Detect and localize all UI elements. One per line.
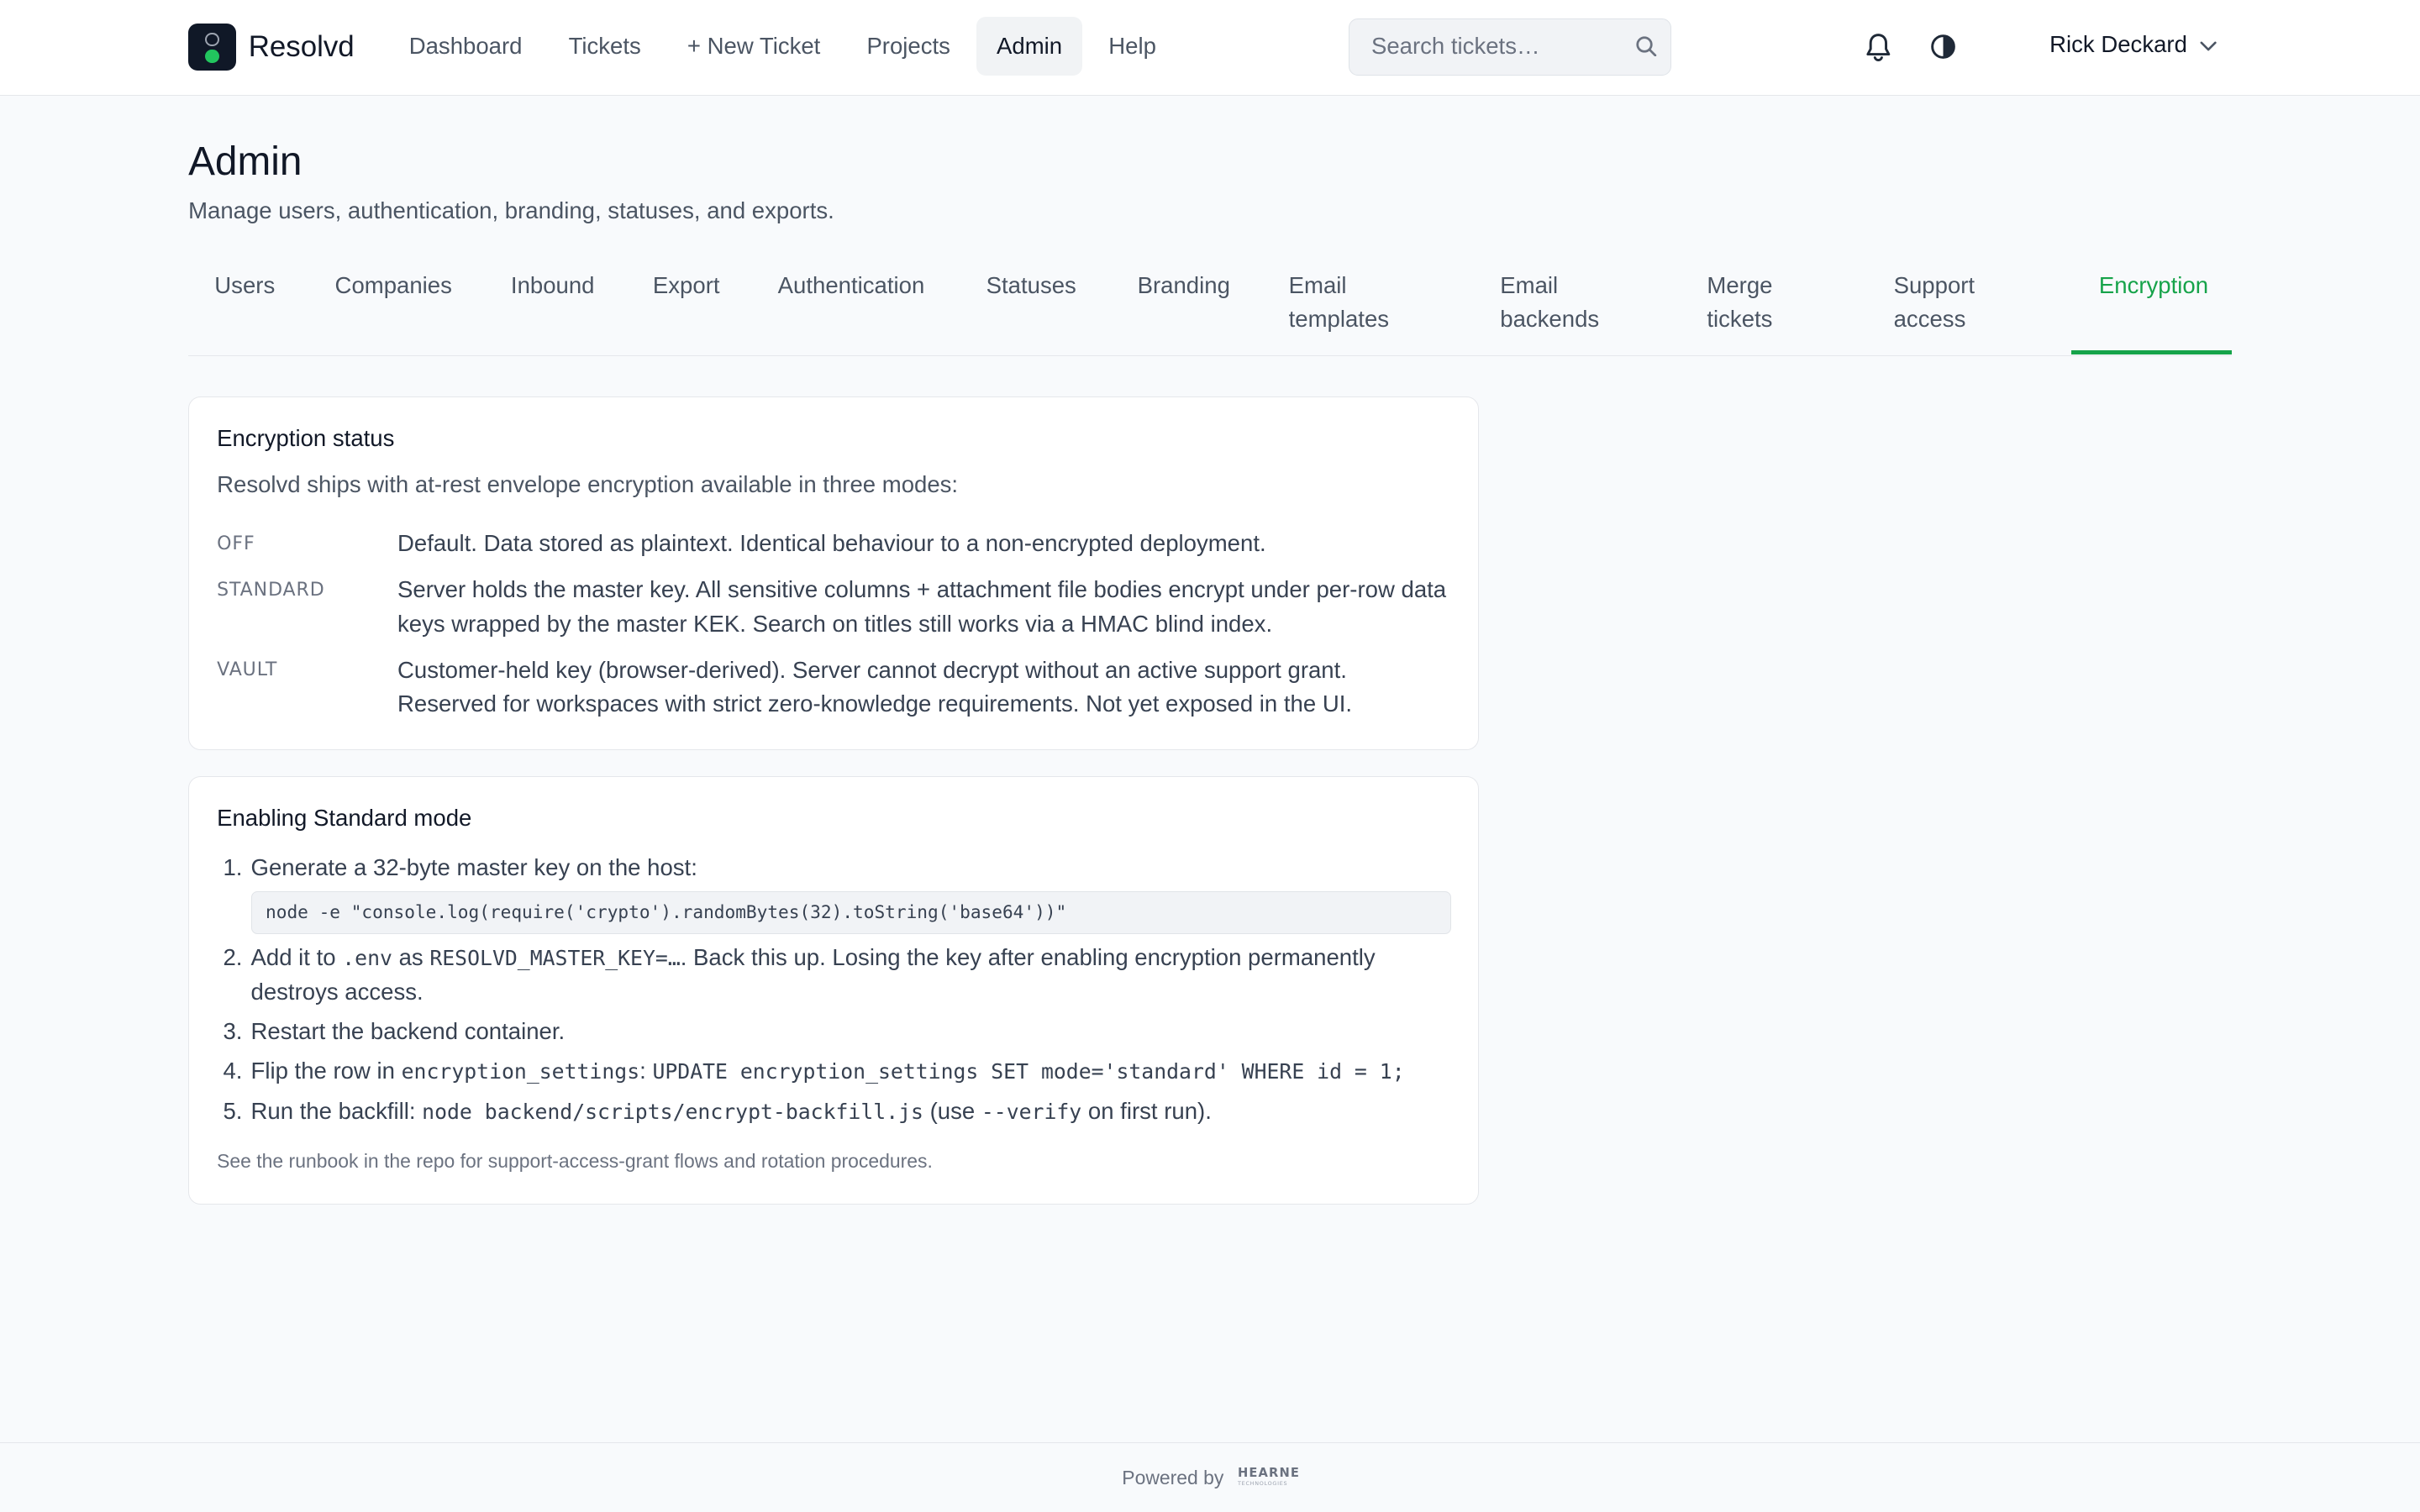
app-name: Resolvd bbox=[248, 30, 355, 64]
tab-export[interactable]: Export bbox=[653, 269, 720, 302]
active-tab-indicator bbox=[2070, 349, 2232, 355]
inline-code: .env bbox=[342, 945, 392, 970]
enabling-standard-card: Enabling Standard mode 1. Generate a 32-… bbox=[188, 775, 1479, 1205]
tab-support-access[interactable]: Support access bbox=[1894, 269, 1975, 337]
inline-code: node backend/scripts/encrypt-backfill.js bbox=[422, 1100, 923, 1125]
inline-code: --verify bbox=[981, 1100, 1082, 1125]
nav-help[interactable]: Help bbox=[1088, 17, 1176, 76]
nav-new-ticket[interactable]: + New Ticket bbox=[667, 17, 840, 76]
encryption-status-card: Encryption status Resolvd ships with at-… bbox=[188, 396, 1479, 750]
chevron-down-icon bbox=[2200, 31, 2217, 58]
nav-tickets[interactable]: Tickets bbox=[549, 17, 661, 76]
logo-icon bbox=[188, 23, 236, 71]
tab-statuses[interactable]: Statuses bbox=[986, 269, 1076, 302]
tab-email-backends[interactable]: Email backends bbox=[1500, 269, 1599, 337]
nav-projects[interactable]: Projects bbox=[847, 17, 971, 76]
mode-description: Server holds the master key. All sensiti… bbox=[397, 576, 1447, 637]
runbook-note: See the runbook in the repo for support-… bbox=[217, 1150, 933, 1173]
hearne-logo[interactable]: HEARNE TECHNOLOGIES bbox=[1238, 1466, 1300, 1487]
tab-encryption[interactable]: Encryption bbox=[2099, 269, 2208, 302]
footer: Powered by HEARNE TECHNOLOGIES bbox=[0, 1442, 2420, 1512]
card-intro: Resolvd ships with at-rest envelope encr… bbox=[217, 471, 959, 498]
user-menu[interactable]: Rick Deckard bbox=[2049, 31, 2217, 58]
tab-inbound[interactable]: Inbound bbox=[511, 269, 595, 302]
tab-users[interactable]: Users bbox=[214, 269, 275, 302]
top-bar: Resolvd Dashboard Tickets + New Ticket P… bbox=[0, 0, 2420, 96]
search-box bbox=[1349, 18, 1672, 76]
admin-tabs: Users Companies Inbound Export Authentic… bbox=[188, 256, 2232, 357]
page-subtitle: Manage users, authentication, branding, … bbox=[188, 197, 834, 224]
inline-code: UPDATE encryption_settings SET mode='sta… bbox=[652, 1059, 1405, 1084]
card-title: Encryption status bbox=[217, 425, 395, 452]
nav-dashboard[interactable]: Dashboard bbox=[389, 17, 543, 76]
search-input[interactable] bbox=[1349, 19, 1612, 74]
mode-description: Default. Data stored as plaintext. Ident… bbox=[397, 530, 1266, 557]
powered-by-label: Powered by bbox=[1122, 1466, 1224, 1488]
tab-branding[interactable]: Branding bbox=[1138, 269, 1230, 302]
nav-admin[interactable]: Admin bbox=[976, 17, 1083, 76]
inline-code: RESOLVD_MASTER_KEY=… bbox=[429, 945, 681, 970]
mode-key: OFF bbox=[217, 533, 255, 554]
bell-icon[interactable] bbox=[1863, 31, 1894, 71]
tab-companies[interactable]: Companies bbox=[335, 269, 452, 302]
inline-code: encryption_settings bbox=[401, 1059, 640, 1084]
page-title: Admin bbox=[188, 139, 302, 185]
card-title: Enabling Standard mode bbox=[217, 804, 472, 831]
app-logo[interactable]: Resolvd bbox=[188, 23, 355, 71]
mode-key: STANDARD bbox=[217, 579, 325, 601]
tab-authentication[interactable]: Authentication bbox=[778, 269, 925, 302]
mode-key: VAULT bbox=[217, 659, 278, 681]
tab-merge-tickets[interactable]: Merge tickets bbox=[1707, 269, 1772, 337]
tab-email-templates[interactable]: Email templates bbox=[1289, 269, 1389, 337]
mode-description: Customer-held key (browser-derived). Ser… bbox=[397, 656, 1353, 717]
theme-toggle-icon[interactable] bbox=[1929, 33, 1957, 67]
user-name: Rick Deckard bbox=[2049, 30, 2187, 57]
search-icon[interactable] bbox=[1635, 34, 1657, 63]
code-block[interactable]: node -e "console.log(require('crypto').r… bbox=[250, 890, 1452, 935]
main-nav: Dashboard Tickets + New Ticket Projects … bbox=[389, 17, 1182, 76]
